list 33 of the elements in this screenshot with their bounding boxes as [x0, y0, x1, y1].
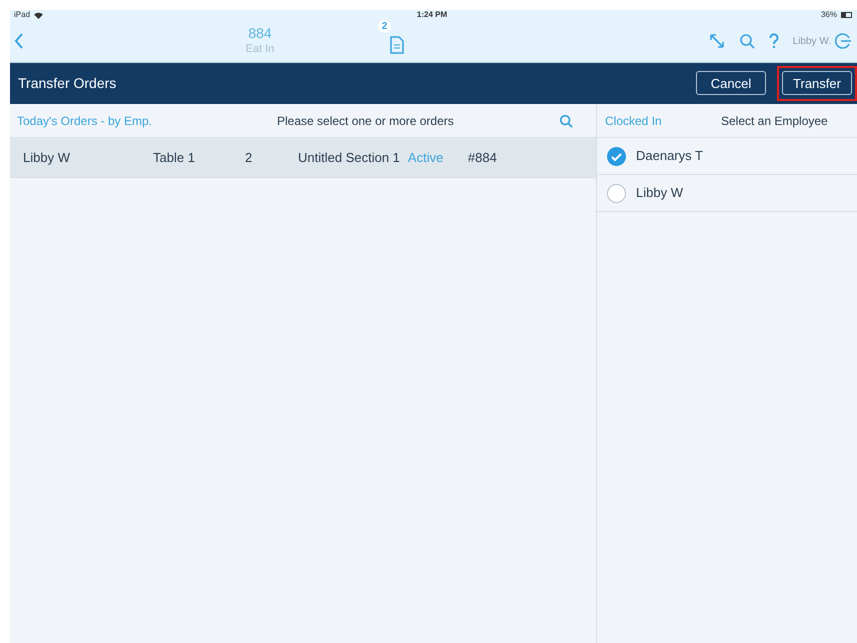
search-icon[interactable]: [738, 33, 755, 49]
wifi-icon: [34, 12, 44, 18]
user-name: Libby W.: [792, 34, 831, 48]
logout-icon[interactable]: [835, 33, 851, 49]
employee-row[interactable]: Daenarys T: [597, 138, 857, 175]
help-icon[interactable]: [768, 33, 779, 49]
search-icon[interactable]: [559, 114, 573, 128]
clock: 1:24 PM: [416, 9, 448, 21]
count-badge: 2: [378, 20, 391, 33]
employee-row[interactable]: Libby W: [597, 175, 857, 212]
battery-icon: [840, 12, 853, 18]
header-button[interactable]: Cancel: [696, 71, 766, 96]
page-title: Transfer Orders: [18, 74, 116, 93]
checked-radio-icon[interactable]: [607, 146, 626, 166]
battery-level: 36%: [820, 9, 837, 21]
order-section: Untitled Section 1: [298, 148, 400, 168]
employees-prompt: Select an Employee: [721, 112, 828, 130]
resize-arrows-icon[interactable]: [708, 33, 725, 49]
order-type: Eat In: [246, 42, 274, 57]
order-number: 884: [248, 25, 272, 43]
order-row[interactable]: Libby W Table 1 2 Untitled Section 1 Active #884: [10, 138, 596, 178]
order-table: Table 1: [153, 148, 245, 168]
radio-icon[interactable]: [607, 184, 626, 202]
order-number: #884: [468, 148, 497, 167]
document-icon[interactable]: [390, 36, 404, 54]
header-button[interactable]: Transfer: [782, 71, 852, 96]
order-guests: 2: [245, 148, 254, 167]
employee-name: Daenarys T: [636, 147, 703, 166]
device-name: iPad: [14, 9, 30, 21]
order-employee: Libby W: [23, 148, 71, 167]
employee-name: Libby W: [636, 184, 683, 202]
orders-prompt: Please select one or more orders: [277, 112, 454, 130]
order-status: Active: [408, 148, 444, 167]
